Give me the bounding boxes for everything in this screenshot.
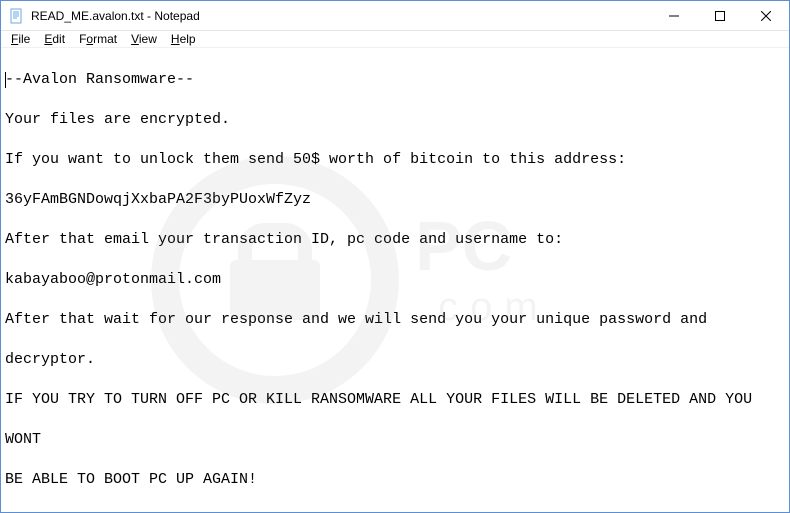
- menubar: File Edit Format View Help: [1, 31, 789, 48]
- maximize-button[interactable]: [697, 1, 743, 31]
- menu-help-label: elp: [180, 32, 196, 46]
- text-line: IF YOU TRY TO TURN OFF PC OR KILL RANSOM…: [5, 390, 785, 410]
- close-button[interactable]: [743, 1, 789, 31]
- text-line: WONT: [5, 430, 785, 450]
- text-line: Encrypted files:: [5, 510, 785, 512]
- text-line: decryptor.: [5, 350, 785, 370]
- menu-view-label: iew: [139, 32, 157, 46]
- notepad-window: READ_ME.avalon.txt - Notepad File Edit F…: [0, 0, 790, 513]
- menu-edit-label: dit: [52, 32, 65, 46]
- text-editor[interactable]: --Avalon Ransomware-- Your files are enc…: [1, 48, 789, 512]
- text-line: Your files are encrypted.: [5, 110, 785, 130]
- menu-file[interactable]: File: [5, 31, 36, 47]
- text-line: After that wait for our response and we …: [5, 310, 785, 330]
- menu-edit[interactable]: Edit: [38, 31, 71, 47]
- text-line: After that email your transaction ID, pc…: [5, 230, 785, 250]
- text-line: --Avalon Ransomware--: [5, 70, 785, 90]
- window-title: READ_ME.avalon.txt - Notepad: [31, 9, 200, 23]
- text-line: BE ABLE TO BOOT PC UP AGAIN!: [5, 470, 785, 490]
- menu-view[interactable]: View: [125, 31, 163, 47]
- menu-file-label: ile: [18, 32, 30, 46]
- titlebar[interactable]: READ_ME.avalon.txt - Notepad: [1, 1, 789, 31]
- text-line: kabayaboo@protonmail.com: [5, 270, 785, 290]
- notepad-icon: [9, 8, 25, 24]
- minimize-button[interactable]: [651, 1, 697, 31]
- window-controls: [651, 1, 789, 30]
- menu-help[interactable]: Help: [165, 31, 202, 47]
- text-line: 36yFAmBGNDowqjXxbaPA2F3byPUoxWfZyz: [5, 190, 785, 210]
- menu-format[interactable]: Format: [73, 31, 123, 47]
- text-line: If you want to unlock them send 50$ wort…: [5, 150, 785, 170]
- menu-format-label: rmat: [93, 32, 117, 46]
